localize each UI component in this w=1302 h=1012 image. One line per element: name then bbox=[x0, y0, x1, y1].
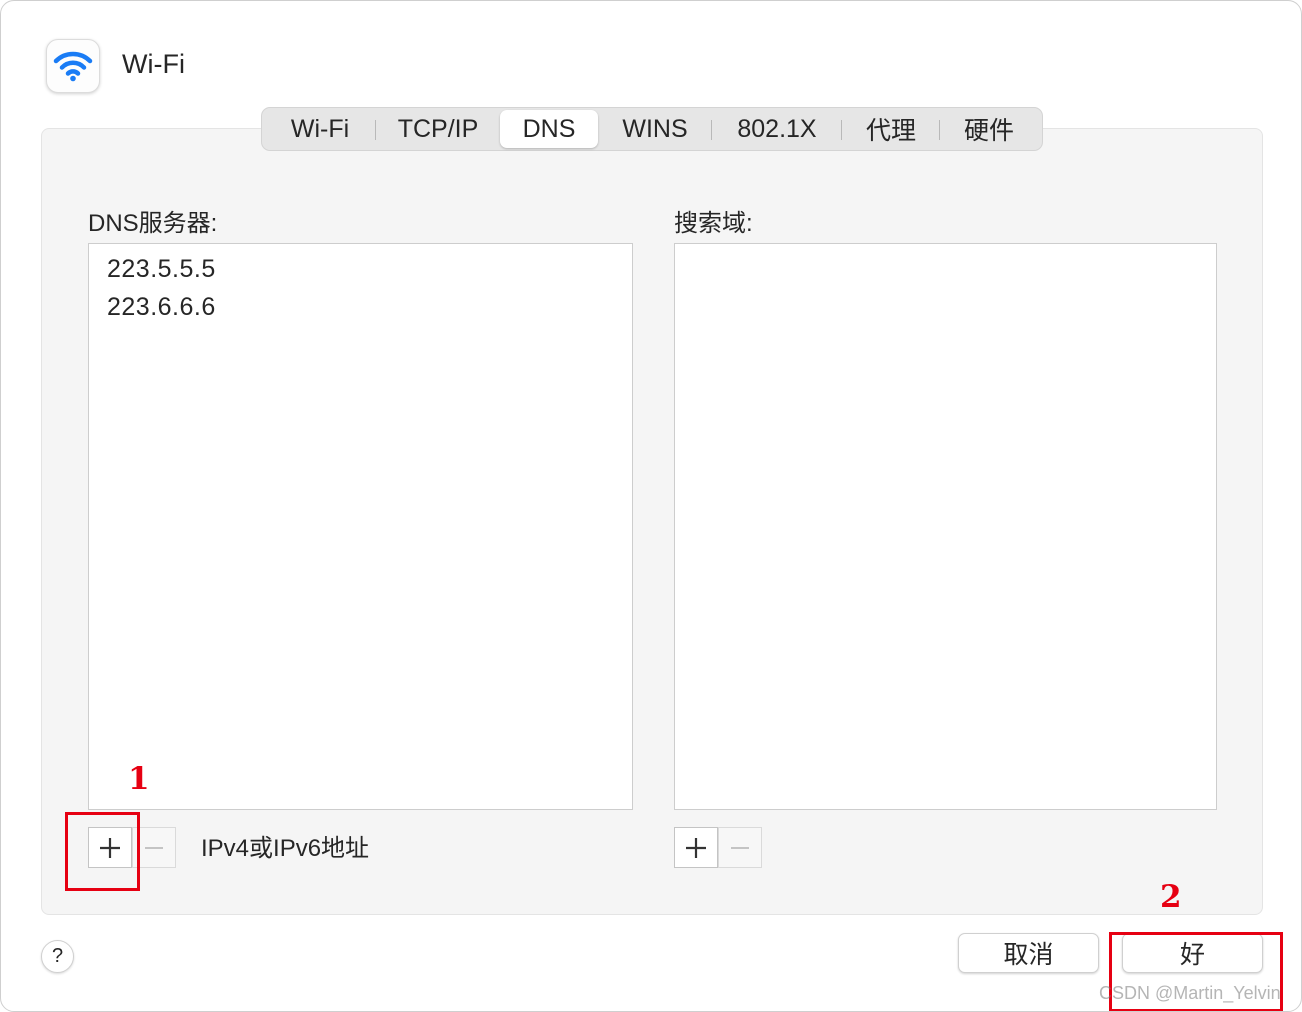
annotation-number-2: 2 bbox=[1160, 879, 1182, 915]
search-domains-list[interactable] bbox=[674, 243, 1217, 810]
dns-servers-label: DNS服务器: bbox=[88, 210, 218, 237]
help-button[interactable]: ? bbox=[41, 940, 74, 973]
watermark: CSDN @Martin_Yelvin bbox=[1099, 983, 1281, 1003]
minus-icon bbox=[145, 846, 163, 849]
wifi-app-icon bbox=[46, 39, 100, 93]
wifi-icon bbox=[53, 51, 93, 82]
list-item[interactable]: 223.5.5.5 bbox=[89, 250, 632, 288]
annotation-number-1: 1 bbox=[128, 761, 150, 797]
plus-icon bbox=[686, 837, 706, 858]
minus-icon bbox=[731, 846, 749, 849]
tab-proxy[interactable]: 代理 bbox=[842, 110, 940, 148]
tab-tcpip[interactable]: TCP/IP bbox=[376, 110, 500, 148]
search-domains-label: 搜索域: bbox=[674, 210, 753, 237]
dns-hint: IPv4或IPv6地址 bbox=[201, 835, 370, 862]
cancel-button[interactable]: 取消 bbox=[958, 933, 1099, 973]
tab-wifi[interactable]: Wi-Fi bbox=[264, 110, 376, 148]
tab-bar: Wi-Fi TCP/IP DNS WINS 802.1X 代理 硬件 bbox=[261, 107, 1043, 151]
window-title: Wi-Fi bbox=[122, 49, 185, 79]
list-item[interactable]: 223.6.6.6 bbox=[89, 288, 632, 326]
tab-dns[interactable]: DNS bbox=[500, 110, 598, 148]
network-settings-dialog: Wi-Fi Wi-Fi TCP/IP DNS WINS 802.1X 代理 硬件… bbox=[0, 0, 1302, 1012]
tab-8021x[interactable]: 802.1X bbox=[712, 110, 842, 148]
add-search-domain-button[interactable] bbox=[674, 827, 718, 868]
annotation-box-1 bbox=[65, 812, 140, 891]
tab-wins[interactable]: WINS bbox=[598, 110, 712, 148]
tab-hardware[interactable]: 硬件 bbox=[940, 110, 1038, 148]
remove-search-domain-button[interactable] bbox=[718, 827, 762, 868]
dns-servers-list[interactable]: 223.5.5.5 223.6.6.6 bbox=[88, 243, 633, 810]
